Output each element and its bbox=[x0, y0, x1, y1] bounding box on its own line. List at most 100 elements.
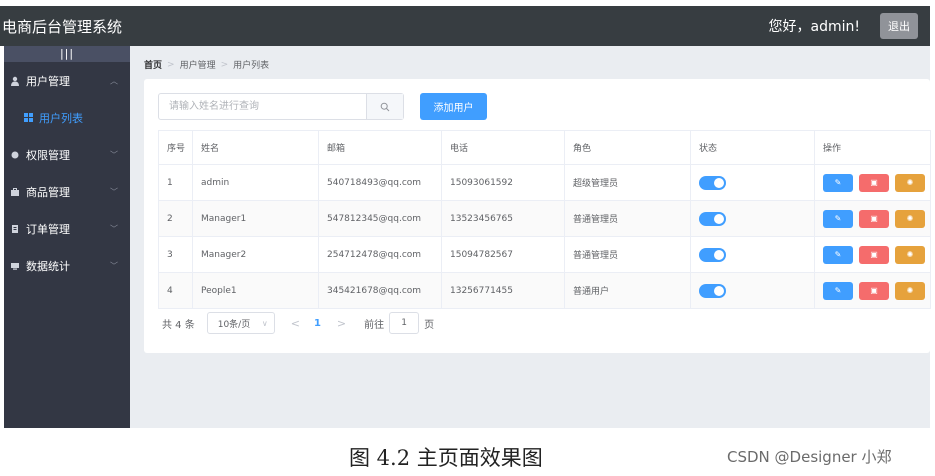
cell-name: Manager1 bbox=[192, 200, 319, 237]
chart-icon bbox=[10, 261, 20, 271]
breadcrumb-item: 用户管理 bbox=[179, 61, 216, 71]
edit-button[interactable]: ✎ bbox=[823, 209, 853, 228]
figure-caption: 图 4.2 主页面效果图 bbox=[349, 446, 543, 470]
main-content: 首页 > 用户管理 > 用户列表 添加用户 序号 bbox=[130, 46, 931, 428]
user-table: 序号 姓名 邮箱 电话 角色 状态 操作 1 admin 540718493@q… bbox=[158, 130, 931, 309]
delete-button[interactable]: ▣ bbox=[859, 281, 889, 300]
pagination: 共 4 条 10条/页 ∨ < 1 > 前往 1 页 bbox=[162, 312, 434, 334]
table-header-row: 序号 姓名 邮箱 电话 角色 状态 操作 bbox=[158, 130, 931, 165]
delete-button[interactable]: ▣ bbox=[859, 245, 889, 264]
cell-actions: ✎ ▣ ✺ bbox=[814, 164, 931, 201]
column-header: 邮箱 bbox=[318, 130, 442, 165]
status-switch[interactable] bbox=[699, 247, 726, 262]
sidebar-item-goods-management[interactable]: 商品管理 ﹀ bbox=[4, 173, 130, 210]
page-size-select[interactable]: 10条/页 ∨ bbox=[206, 312, 275, 334]
cell-index: 1 bbox=[158, 164, 193, 201]
trash-icon: ▣ bbox=[870, 286, 878, 295]
trash-icon: ▣ bbox=[870, 178, 878, 187]
chevron-down-icon: ﹀ bbox=[110, 224, 118, 233]
status-switch[interactable] bbox=[699, 211, 726, 226]
next-page-button[interactable]: > bbox=[337, 317, 346, 330]
user-list-card: 添加用户 序号 姓名 邮箱 电话 角色 状态 操作 bbox=[144, 79, 931, 353]
sidebar-item-order-management[interactable]: 订单管理 ﹀ bbox=[4, 210, 130, 247]
app-root: 电商后台管理系统 您好，admin! 退出 ||| 用户管理 ︿ 用户列表 权限… bbox=[0, 0, 935, 476]
user-icon bbox=[10, 76, 20, 86]
column-header: 序号 bbox=[158, 130, 193, 165]
add-user-button[interactable]: 添加用户 bbox=[420, 93, 487, 120]
assign-role-button[interactable]: ✺ bbox=[895, 173, 925, 192]
sidebar-item-statistics[interactable]: 数据统计 ﹀ bbox=[4, 247, 130, 284]
edit-icon: ✎ bbox=[834, 178, 842, 187]
edit-button[interactable]: ✎ bbox=[823, 281, 853, 300]
order-icon bbox=[10, 224, 20, 234]
table-row: 1 admin 540718493@qq.com 15093061592 超级管… bbox=[158, 164, 931, 201]
delete-button[interactable]: ▣ bbox=[859, 209, 889, 228]
chevron-up-icon: ︿ bbox=[110, 76, 118, 85]
app-title: 电商后台管理系统 bbox=[2, 17, 123, 36]
cell-status bbox=[690, 164, 815, 201]
cell-role: 超级管理员 bbox=[564, 164, 691, 201]
cell-phone: 15094782567 bbox=[441, 236, 565, 273]
trash-icon: ▣ bbox=[870, 214, 878, 223]
cell-index: 2 bbox=[158, 200, 193, 237]
cell-email: 345421678@qq.com bbox=[318, 272, 442, 309]
cell-actions: ✎ ▣ ✺ bbox=[814, 272, 931, 309]
column-header: 姓名 bbox=[192, 130, 319, 165]
goto-page-input[interactable]: 1 bbox=[389, 312, 420, 334]
assign-role-button[interactable]: ✺ bbox=[895, 281, 925, 300]
chevron-down-icon: ﹀ bbox=[110, 261, 118, 270]
assign-role-button[interactable]: ✺ bbox=[895, 245, 925, 264]
status-switch[interactable] bbox=[699, 283, 726, 298]
shield-icon bbox=[10, 150, 20, 160]
search-button[interactable] bbox=[366, 94, 403, 119]
logout-button[interactable]: 退出 bbox=[880, 13, 918, 39]
column-header: 角色 bbox=[564, 130, 691, 165]
delete-button[interactable]: ▣ bbox=[859, 173, 889, 192]
edit-button[interactable]: ✎ bbox=[823, 245, 853, 264]
column-header: 状态 bbox=[690, 130, 815, 165]
column-header: 电话 bbox=[441, 130, 565, 165]
status-switch[interactable] bbox=[699, 175, 726, 190]
page-number-current[interactable]: 1 bbox=[314, 318, 321, 329]
table-row: 3 Manager2 254712478@qq.com 15094782567 … bbox=[158, 236, 931, 273]
user-greeting: 您好，admin! bbox=[768, 19, 860, 35]
cell-phone: 13256771455 bbox=[441, 272, 565, 309]
cell-role: 普通管理员 bbox=[564, 236, 691, 273]
cell-phone: 13523456765 bbox=[441, 200, 565, 237]
search-input[interactable] bbox=[159, 94, 366, 119]
total-count: 共 4 条 bbox=[162, 319, 195, 331]
watermark: CSDN @Designer 小郑 bbox=[727, 448, 892, 466]
briefcase-icon bbox=[10, 187, 20, 197]
sidebar-item-label: 权限管理 bbox=[26, 148, 70, 162]
sidebar-subitem-user-list[interactable]: 用户列表 bbox=[4, 99, 130, 136]
breadcrumb-item: 用户列表 bbox=[233, 61, 270, 71]
top-header: 电商后台管理系统 您好，admin! 退出 bbox=[0, 6, 930, 46]
cell-actions: ✎ ▣ ✺ bbox=[814, 236, 931, 273]
chevron-down-icon: ﹀ bbox=[110, 187, 118, 196]
edit-icon: ✎ bbox=[834, 250, 842, 259]
cell-email: 547812345@qq.com bbox=[318, 200, 442, 237]
cell-name: admin bbox=[192, 164, 319, 201]
cell-role: 普通用户 bbox=[564, 272, 691, 309]
chevron-down-icon: ﹀ bbox=[110, 150, 118, 159]
breadcrumb: 首页 > 用户管理 > 用户列表 bbox=[144, 58, 270, 72]
cell-status bbox=[690, 200, 815, 237]
edit-button[interactable]: ✎ bbox=[823, 173, 853, 192]
setting-icon: ✺ bbox=[906, 286, 914, 295]
cell-status bbox=[690, 236, 815, 273]
breadcrumb-home[interactable]: 首页 bbox=[144, 58, 162, 71]
sidebar-item-user-management[interactable]: 用户管理 ︿ bbox=[4, 62, 130, 99]
sidebar-item-permission-management[interactable]: 权限管理 ﹀ bbox=[4, 136, 130, 173]
sidebar-toggle-button[interactable]: ||| bbox=[4, 46, 130, 62]
cell-email: 254712478@qq.com bbox=[318, 236, 442, 273]
breadcrumb-separator-icon: > bbox=[167, 59, 175, 70]
prev-page-button[interactable]: < bbox=[291, 317, 300, 330]
cell-email: 540718493@qq.com bbox=[318, 164, 442, 201]
header-right: 您好，admin! 退出 bbox=[769, 6, 930, 46]
sidebar-subitem-label: 用户列表 bbox=[39, 111, 83, 125]
sidebar-item-label: 用户管理 bbox=[26, 74, 70, 88]
column-header: 操作 bbox=[814, 130, 931, 165]
assign-role-button[interactable]: ✺ bbox=[895, 209, 925, 228]
search-box bbox=[158, 93, 404, 120]
trash-icon: ▣ bbox=[870, 250, 878, 259]
